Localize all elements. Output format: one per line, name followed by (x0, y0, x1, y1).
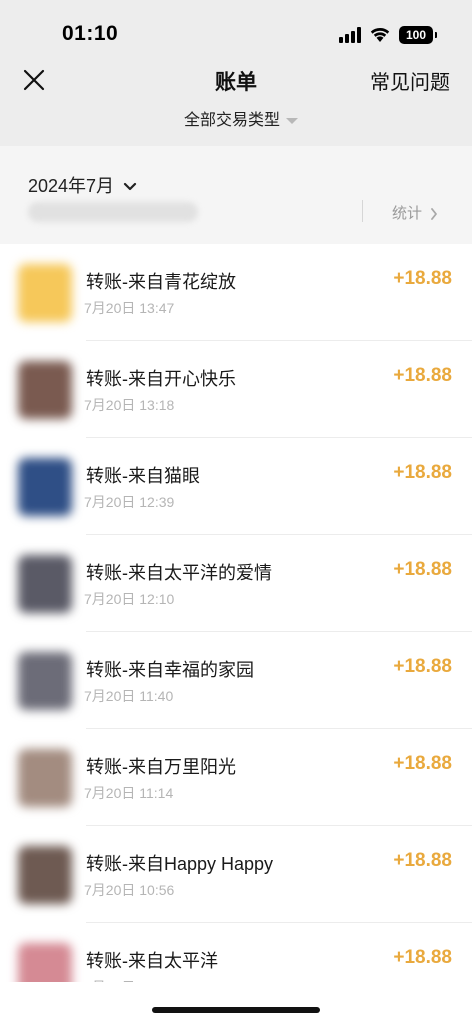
transaction-time: 7月20日 11:14 (84, 785, 174, 801)
avatar (18, 458, 72, 516)
transaction-row[interactable]: 转账-来自青花绽放 7月20日 13:47 +18.88 (0, 244, 472, 341)
transaction-title: 转账-来自猫眼 (86, 466, 200, 486)
stats-label: 统计 (392, 205, 423, 222)
transaction-list: 转账-来自青花绽放 7月20日 13:47 +18.88 转账-来自开心快乐 7… (0, 244, 472, 1020)
month-picker[interactable]: 2024年7月 (28, 172, 137, 198)
battery-icon: 100 (399, 26, 437, 44)
transaction-amount: +18.88 (393, 268, 452, 289)
transaction-title: 转账-来自青花绽放 (86, 272, 236, 292)
nav-bar: 账单 常见问题 全部交易类型 (0, 60, 472, 146)
chevron-right-icon (431, 208, 438, 220)
header-area: 01:10 100 账单 常见问题 全部交易类型 2024年7月 统计 (0, 0, 472, 244)
close-icon (23, 69, 45, 91)
caret-down-icon (286, 117, 299, 124)
bottom-overlay (0, 982, 472, 1024)
close-button[interactable] (22, 68, 46, 92)
filter-label: 全部交易类型 (184, 112, 281, 129)
divider (362, 200, 363, 222)
transaction-amount: +18.88 (393, 462, 452, 483)
month-summary: 2024年7月 统计 (0, 146, 472, 244)
wifi-icon (370, 27, 390, 42)
transaction-amount: +18.88 (393, 850, 452, 871)
signal-icon (339, 27, 363, 43)
month-label: 2024年7月 (28, 176, 115, 196)
status-bar: 01:10 100 (0, 0, 472, 60)
transaction-title: 转账-来自幸福的家园 (86, 660, 254, 680)
transaction-amount: +18.88 (393, 753, 452, 774)
avatar (18, 846, 72, 904)
transaction-amount: +18.88 (393, 365, 452, 386)
transaction-time: 7月20日 12:10 (84, 591, 175, 607)
avatar (18, 652, 72, 710)
chevron-down-icon (123, 183, 137, 191)
faq-link[interactable]: 常见问题 (370, 66, 450, 95)
avatar (18, 264, 72, 322)
blurred-totals (28, 202, 198, 222)
transaction-row[interactable]: 转账-来自Happy Happy 7月20日 10:56 +18.88 (0, 826, 472, 923)
transaction-time: 7月20日 13:18 (84, 397, 175, 413)
transaction-time: 7月20日 11:40 (84, 688, 174, 704)
avatar (18, 555, 72, 613)
stats-button[interactable]: 统计 (392, 202, 438, 223)
transaction-time: 7月20日 13:47 (84, 300, 175, 316)
transaction-amount: +18.88 (393, 947, 452, 968)
transaction-time: 7月20日 10:56 (84, 882, 175, 898)
transaction-title: 转账-来自太平洋的爱情 (86, 563, 272, 583)
transaction-amount: +18.88 (393, 559, 452, 580)
avatar (18, 361, 72, 419)
transaction-row[interactable]: 转账-来自开心快乐 7月20日 13:18 +18.88 (0, 341, 472, 438)
transaction-title: 转账-来自太平洋 (86, 951, 218, 971)
home-indicator[interactable] (152, 1007, 320, 1013)
transaction-title: 转账-来自万里阳光 (86, 757, 236, 777)
transaction-title: 转账-来自开心快乐 (86, 369, 236, 389)
bill-screen: 01:10 100 账单 常见问题 全部交易类型 2024年7月 统计 转账-来… (0, 0, 472, 1024)
transaction-row[interactable]: 转账-来自猫眼 7月20日 12:39 +18.88 (0, 438, 472, 535)
transaction-amount: +18.88 (393, 656, 452, 677)
transaction-row[interactable]: 转账-来自幸福的家园 7月20日 11:40 +18.88 (0, 632, 472, 729)
avatar (18, 749, 72, 807)
transaction-title: 转账-来自Happy Happy (86, 854, 274, 874)
status-time: 01:10 (62, 22, 119, 45)
transaction-row[interactable]: 转账-来自万里阳光 7月20日 11:14 +18.88 (0, 729, 472, 826)
transaction-type-filter[interactable]: 全部交易类型 (184, 106, 299, 130)
transaction-row[interactable]: 转账-来自太平洋的爱情 7月20日 12:10 +18.88 (0, 535, 472, 632)
transaction-time: 7月20日 12:39 (84, 494, 175, 510)
